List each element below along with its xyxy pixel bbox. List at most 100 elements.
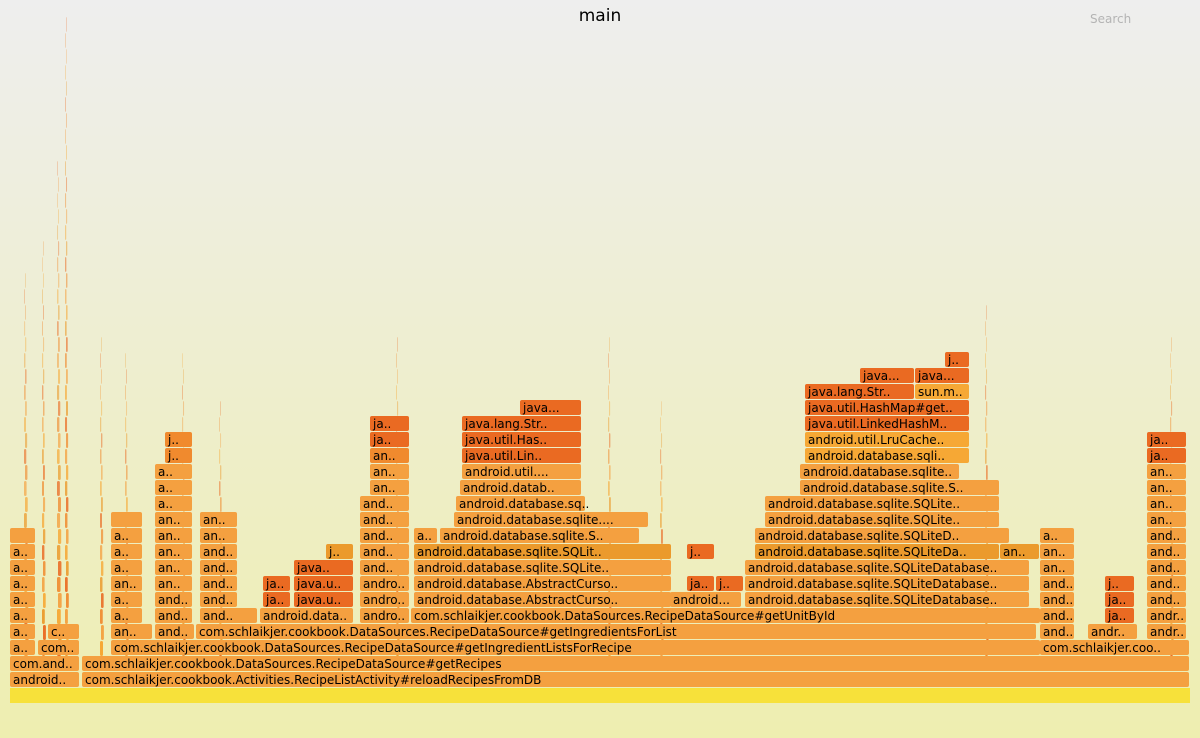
flame-frame[interactable]: com.schlaikjer.cookbook.DataSources.Reci… [82, 656, 1189, 671]
flame-spike-frame[interactable] [57, 193, 58, 208]
flame-spike-frame[interactable] [65, 385, 67, 400]
flame-frame[interactable]: android.database.sqlite.S.. [440, 528, 639, 543]
flame-frame[interactable]: and.. [360, 496, 409, 511]
flame-spike-frame[interactable] [57, 225, 59, 240]
flame-spike-frame[interactable] [66, 433, 69, 448]
flame-frame[interactable]: an.. [111, 576, 142, 591]
flame-spike-frame[interactable] [43, 337, 45, 352]
flame-frame[interactable]: android.database.sqlite.SQLite.. [765, 512, 999, 527]
flame-spike-frame[interactable] [397, 337, 398, 352]
flame-spike-frame[interactable] [126, 465, 128, 480]
flame-spike-frame[interactable] [66, 49, 67, 64]
flame-spike-frame[interactable] [65, 129, 66, 144]
flame-frame[interactable]: android.database.sqlite.... [454, 512, 648, 527]
flame-spike-frame[interactable] [125, 385, 126, 400]
flame-spike-frame[interactable] [100, 513, 102, 528]
flame-frame[interactable]: an.. [200, 512, 237, 527]
flame-frame[interactable]: an.. [370, 480, 409, 495]
flame-frame[interactable]: a.. [155, 464, 192, 479]
flame-spike-frame[interactable] [24, 385, 26, 400]
flame-spike-frame[interactable] [25, 401, 27, 416]
flame-spike-frame[interactable] [66, 17, 67, 32]
flame-frame[interactable]: android.data.. [260, 608, 353, 623]
flame-spike-frame[interactable] [101, 337, 102, 352]
flame-spike-frame[interactable] [24, 289, 25, 304]
flame-spike-frame[interactable] [57, 481, 60, 496]
flame-spike-frame[interactable] [101, 625, 104, 640]
flame-frame[interactable]: java... [860, 368, 914, 383]
flame-spike-frame[interactable] [65, 225, 67, 240]
flame-frame[interactable]: an.. [111, 624, 152, 639]
flame-spike-frame[interactable] [65, 577, 68, 592]
flame-spike-frame[interactable] [65, 545, 68, 560]
flame-frame[interactable]: java.util.HashMap#get.. [805, 400, 969, 415]
flame-spike-frame[interactable] [24, 513, 27, 528]
flame-spike-frame[interactable] [65, 353, 67, 368]
flame-frame[interactable]: java.util.LinkedHashM.. [805, 416, 969, 431]
flame-frame[interactable]: and.. [200, 608, 257, 623]
flame-frame[interactable]: a.. [1040, 528, 1074, 543]
flame-frame[interactable]: an.. [1147, 480, 1186, 495]
flame-spike-frame[interactable] [985, 449, 987, 464]
flame-spike-frame[interactable] [985, 385, 987, 400]
flame-frame[interactable]: an.. [1040, 544, 1074, 559]
flame-spike-frame[interactable] [986, 401, 988, 416]
flame-spike-frame[interactable] [42, 545, 45, 560]
flame-spike-frame[interactable] [58, 561, 62, 576]
flame-frame[interactable]: and.. [200, 544, 237, 559]
flame-spike-frame[interactable] [219, 449, 221, 464]
flame-spike-frame[interactable] [66, 177, 68, 192]
flame-spike-frame[interactable] [182, 353, 183, 368]
flame-spike-frame[interactable] [65, 193, 67, 208]
flame-spike-frame[interactable] [65, 161, 66, 176]
flame-frame[interactable]: java.u.. [294, 592, 353, 607]
flame-spike-frame[interactable] [57, 545, 61, 560]
flame-spike-frame[interactable] [101, 529, 104, 544]
flame-frame[interactable]: an.. [1147, 464, 1186, 479]
flame-spike-frame[interactable] [396, 353, 397, 368]
flame-spike-frame[interactable] [125, 449, 127, 464]
flame-spike-frame[interactable] [101, 497, 103, 512]
flame-spike-frame[interactable] [42, 449, 44, 464]
flame-spike-frame[interactable] [219, 417, 220, 432]
flame-spike-frame[interactable] [608, 481, 610, 496]
flame-spike-frame[interactable] [66, 529, 69, 544]
flame-spike-frame[interactable] [126, 369, 127, 384]
flame-frame[interactable]: java... [520, 400, 581, 415]
flame-spike-frame[interactable] [66, 145, 67, 160]
flame-frame[interactable]: and.. [1147, 576, 1186, 591]
flame-spike-frame[interactable] [43, 497, 46, 512]
flame-frame[interactable]: andr.. [1088, 624, 1137, 639]
flame-frame[interactable]: and.. [200, 592, 237, 607]
flame-spike-frame[interactable] [58, 209, 59, 224]
flame-frame[interactable]: an.. [1147, 496, 1186, 511]
flame-frame[interactable]: and.. [155, 624, 194, 639]
flame-spike-frame[interactable] [608, 385, 609, 400]
flame-spike-frame[interactable] [58, 465, 61, 480]
flame-frame[interactable]: android.util.LruCache.. [805, 432, 969, 447]
flame-frame[interactable]: ja.. [1147, 448, 1186, 463]
flame-spike-frame[interactable] [660, 449, 662, 464]
flame-spike-frame[interactable] [58, 177, 59, 192]
flame-spike-frame[interactable] [58, 369, 61, 384]
flame-frame[interactable]: ja.. [1105, 608, 1134, 623]
flame-spike-frame[interactable] [1170, 417, 1172, 432]
flame-spike-frame[interactable] [660, 513, 662, 528]
flame-spike-frame[interactable] [25, 305, 26, 320]
flame-spike-frame[interactable] [100, 481, 102, 496]
flame-spike-frame[interactable] [609, 497, 611, 512]
flame-spike-frame[interactable] [66, 369, 68, 384]
flame-frame[interactable]: java.. [294, 560, 353, 575]
flame-spike-frame[interactable] [986, 465, 988, 480]
flame-spike-frame[interactable] [43, 529, 46, 544]
flame-spike-frame[interactable] [608, 353, 609, 368]
flame-spike-frame[interactable] [397, 369, 398, 384]
flame-spike-frame[interactable] [1171, 337, 1172, 352]
flame-spike-frame[interactable] [42, 417, 44, 432]
flame-frame[interactable]: com.schlaikjer.cookbook.DataSources.Reci… [196, 624, 1036, 639]
flame-spike-frame[interactable] [66, 561, 69, 576]
flame-frame[interactable]: com.. [38, 640, 79, 655]
flame-frame-rect[interactable] [111, 512, 142, 527]
flame-spike-frame[interactable] [101, 433, 103, 448]
flame-spike-frame[interactable] [101, 593, 104, 608]
